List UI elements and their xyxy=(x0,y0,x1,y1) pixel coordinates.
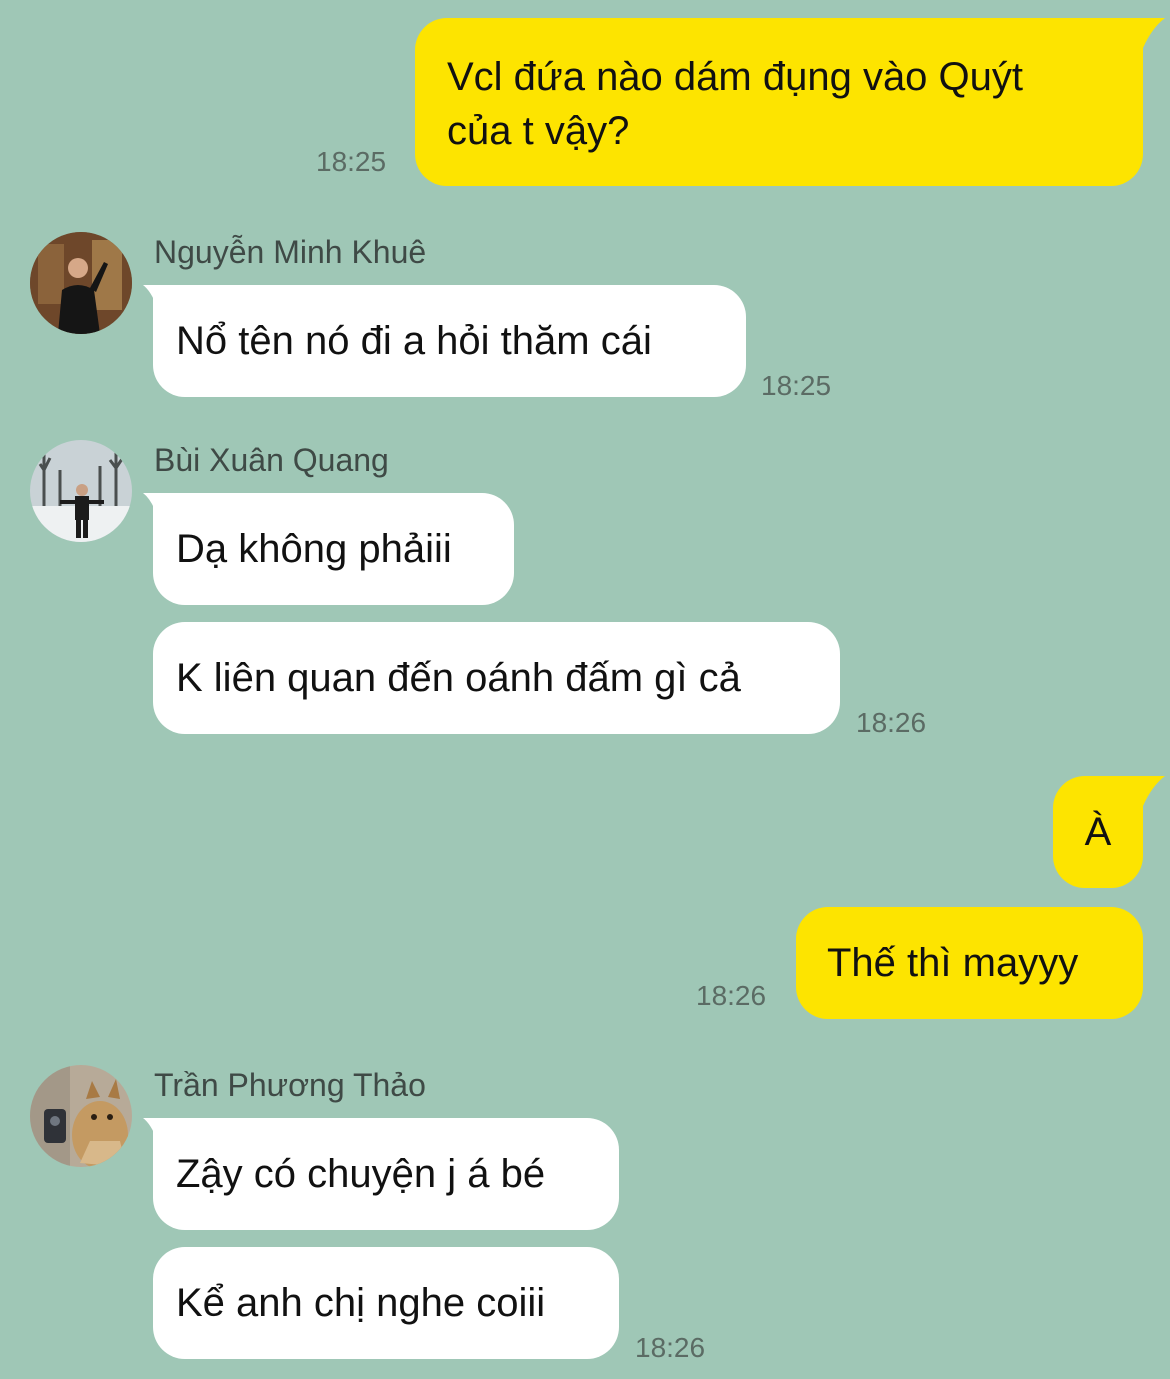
message-text: Zậy có chuyện j á bé xyxy=(176,1152,546,1196)
message-timestamp: 18:25 xyxy=(316,146,387,177)
sender-name: Nguyễn Minh Khuê xyxy=(154,234,427,270)
bubble-tail xyxy=(143,285,157,307)
message-text-line-1: Vcl đứa nào dám đụng vào Quýt xyxy=(447,55,1024,99)
profile-photo-icon xyxy=(30,232,132,334)
bubble-tail xyxy=(1139,18,1165,58)
message-timestamp: 18:26 xyxy=(696,980,767,1011)
outgoing-message-bubble[interactable]: Vcl đứa nào dám đụng vào Quýt của t vậy? xyxy=(415,18,1165,186)
message-text: Dạ không phảiii xyxy=(176,527,452,571)
message-text: À xyxy=(1084,810,1112,854)
message-text: Thế thì mayyy xyxy=(827,941,1079,985)
profile-photo-icon xyxy=(30,440,132,542)
message-text: Nổ tên nó đi a hỏi thăm cái xyxy=(176,319,652,363)
outgoing-message-bubble[interactable]: À xyxy=(1053,776,1165,888)
incoming-message-bubble[interactable]: K liên quan đến oánh đấm gì cả xyxy=(153,622,840,734)
message-timestamp: 18:26 xyxy=(856,707,927,738)
bubble-tail xyxy=(1139,776,1165,816)
outgoing-message-bubble[interactable]: Thế thì mayyy xyxy=(796,907,1143,1019)
message-timestamp: 18:25 xyxy=(761,370,832,401)
avatar[interactable] xyxy=(30,232,132,334)
avatar[interactable] xyxy=(30,440,132,542)
bubble-tail xyxy=(143,1118,157,1140)
incoming-message-bubble[interactable]: Zậy có chuyện j á bé xyxy=(143,1118,619,1230)
message-text: K liên quan đến oánh đấm gì cả xyxy=(176,656,741,700)
message-timestamp: 18:26 xyxy=(635,1332,706,1363)
avatar[interactable] xyxy=(30,1065,132,1167)
incoming-message-bubble[interactable]: Nổ tên nó đi a hỏi thăm cái xyxy=(143,285,746,397)
incoming-message-bubble[interactable]: Dạ không phảiii xyxy=(143,493,514,605)
bubble-tail xyxy=(143,493,157,515)
chat-thread[interactable]: Vcl đứa nào dám đụng vào Quýt của t vậy?… xyxy=(0,0,1170,1379)
sender-name: Trần Phương Thảo xyxy=(154,1067,426,1103)
profile-photo-icon xyxy=(30,1065,132,1167)
incoming-message-bubble[interactable]: Kể anh chị nghe coiii xyxy=(153,1247,619,1359)
sender-name: Bùi Xuân Quang xyxy=(154,442,389,478)
message-text-line-2: của t vậy? xyxy=(447,109,630,153)
message-text: Kể anh chị nghe coiii xyxy=(176,1281,546,1325)
